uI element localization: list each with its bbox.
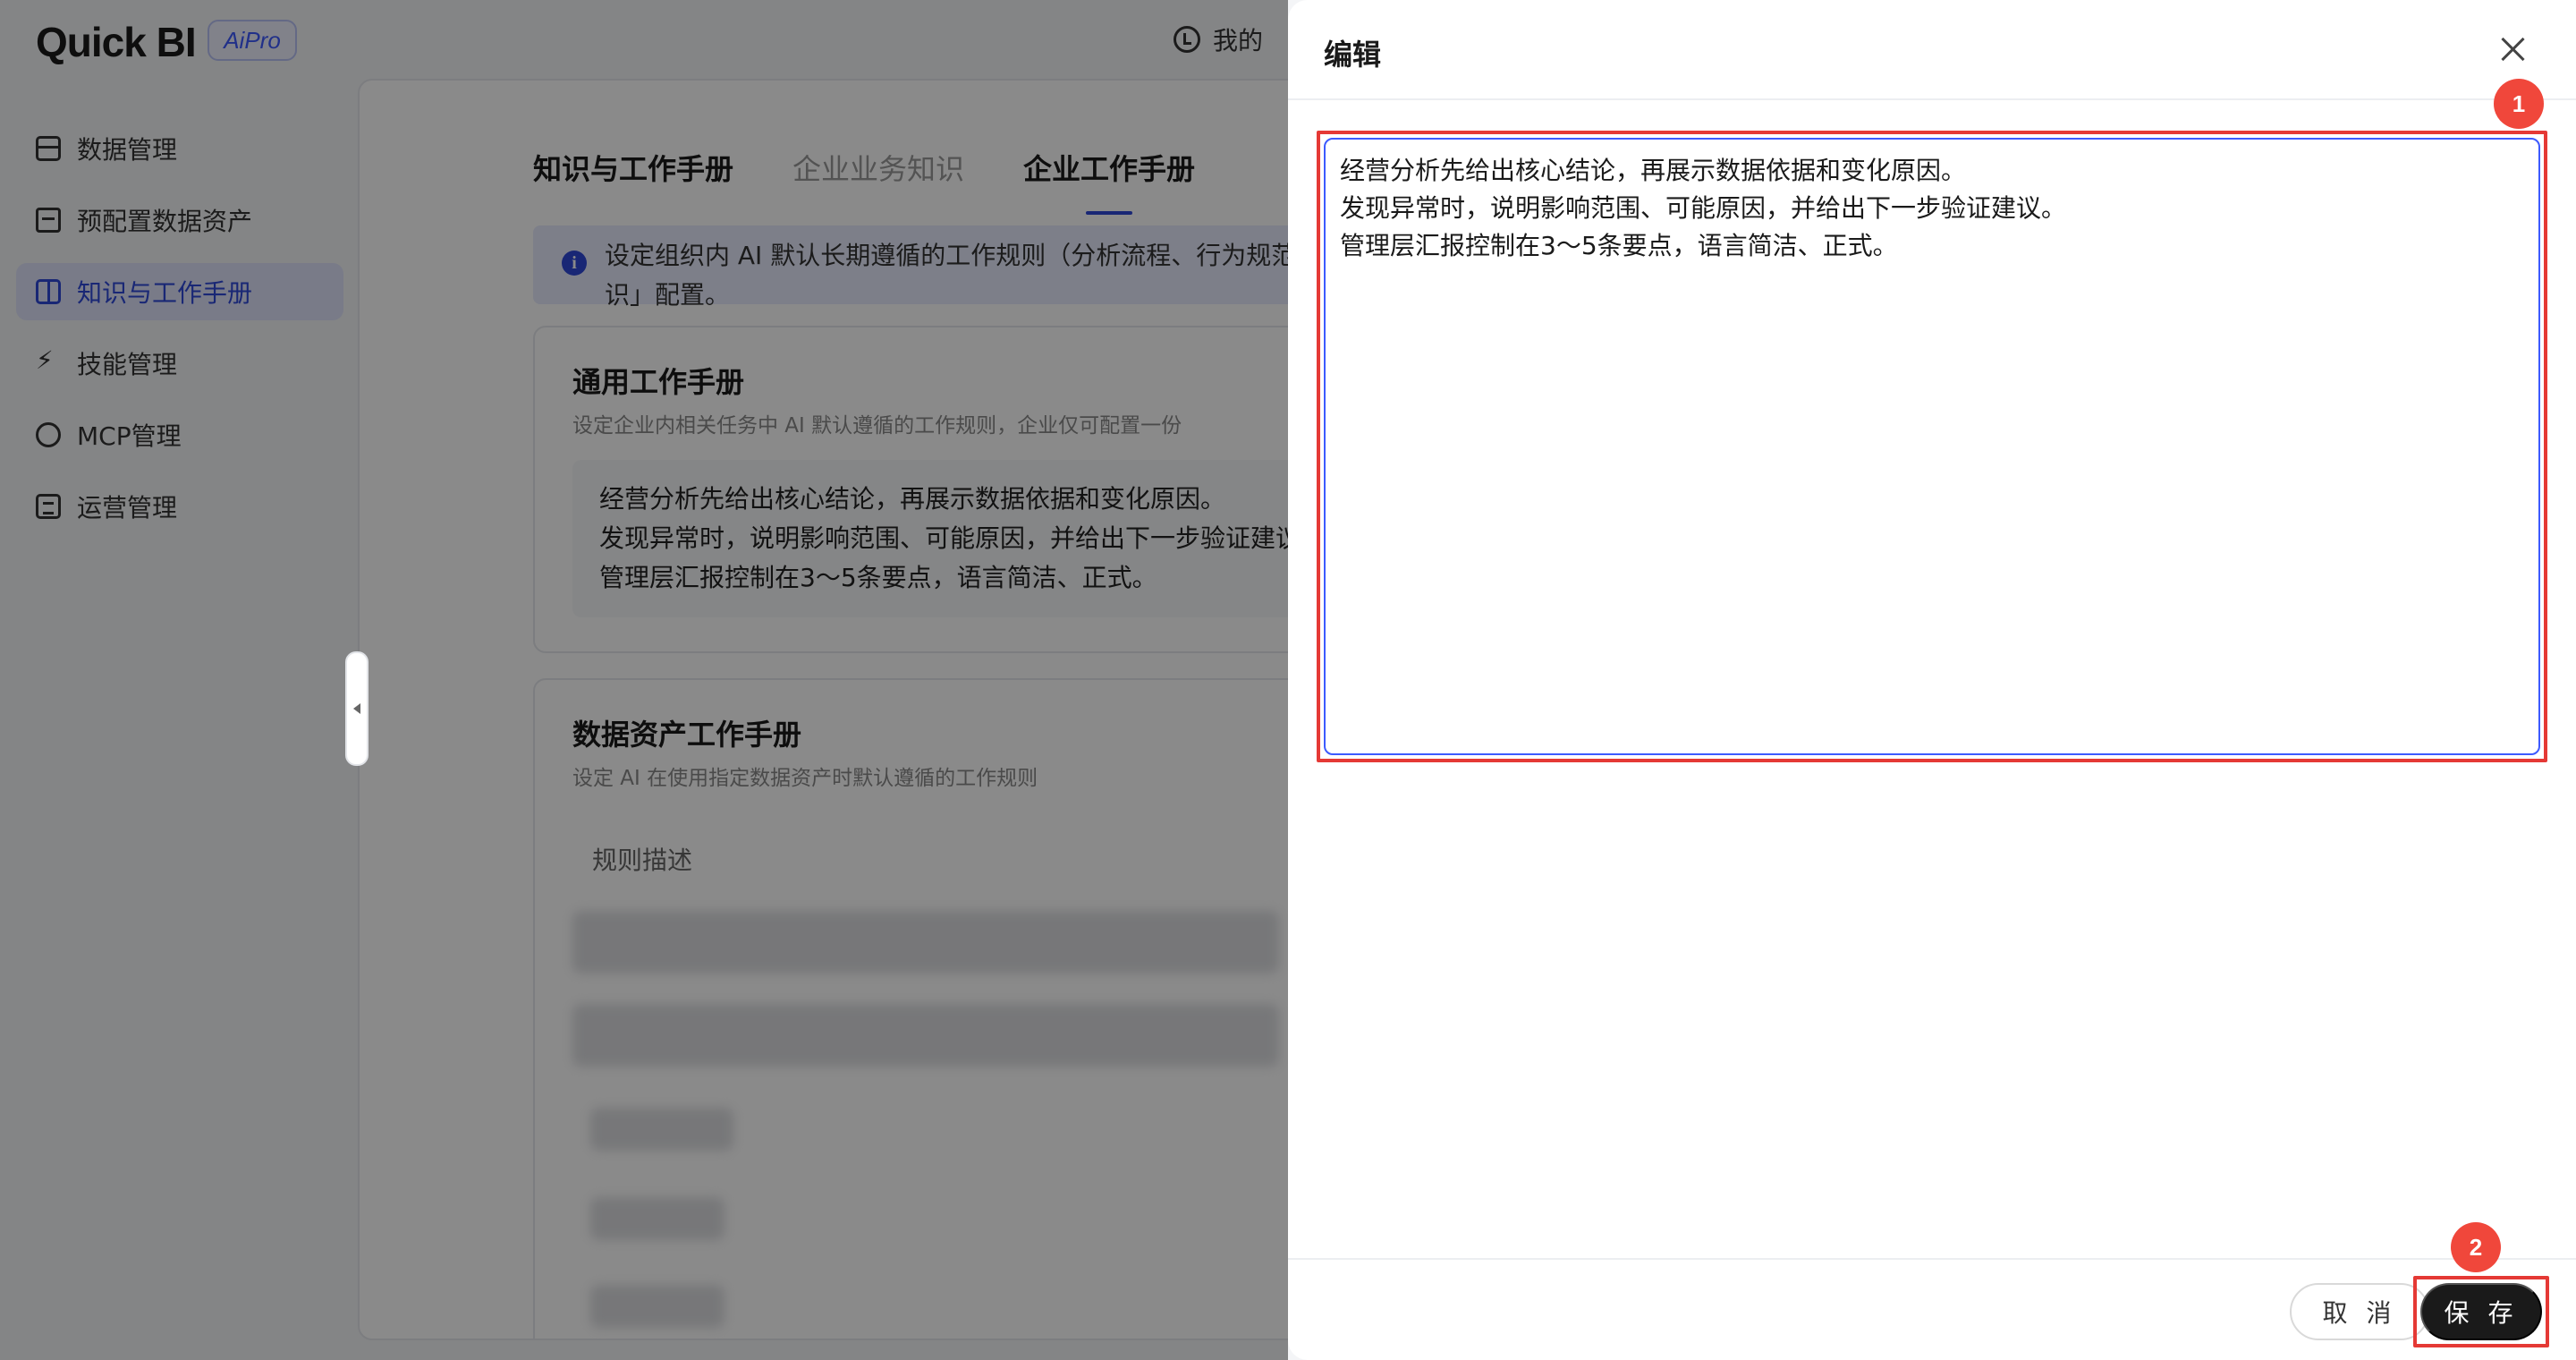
- sidebar-collapse-handle[interactable]: [345, 651, 369, 766]
- footer-divider: [1288, 1258, 2576, 1260]
- step-marker-2: 2: [2451, 1222, 2501, 1272]
- manual-text-editor[interactable]: 经营分析先给出核心结论，再展示数据依据和变化原因。 发现异常时，说明影响范围、可…: [1324, 138, 2540, 755]
- step-marker-1: 1: [2494, 79, 2544, 129]
- header-divider: [1288, 98, 2576, 100]
- close-icon[interactable]: [2497, 34, 2528, 64]
- cancel-button[interactable]: 取 消: [2290, 1283, 2429, 1340]
- modal-overlay[interactable]: [0, 0, 1288, 1360]
- edit-drawer: 编辑 经营分析先给出核心结论，再展示数据依据和变化原因。 发现异常时，说明影响范…: [1288, 0, 2576, 1360]
- save-button[interactable]: 保 存: [2420, 1283, 2542, 1340]
- drawer-title: 编辑: [1324, 38, 1382, 72]
